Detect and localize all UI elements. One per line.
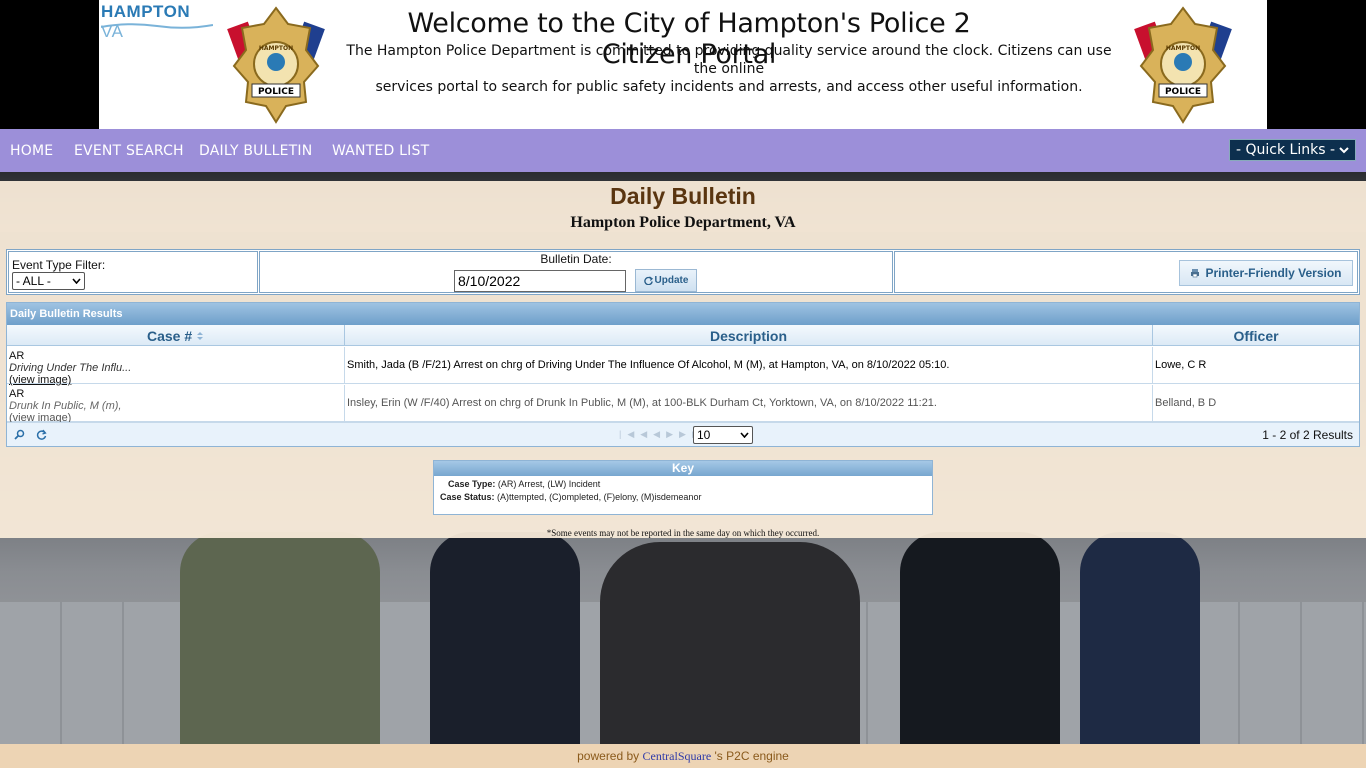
quick-links-label: - Quick Links - <box>1235 142 1335 158</box>
key-case-type-value: (AR) Arrest, (LW) Incident <box>497 479 601 489</box>
page-subtitle: Hampton Police Department, VA <box>570 214 796 231</box>
bulletin-date-cell: Bulletin Date: 8/10/2022 Update <box>259 251 893 293</box>
column-header-officer[interactable]: Officer <box>1153 325 1359 346</box>
printer-cell: Printer-Friendly Version <box>894 251 1358 293</box>
bulletin-date-label: Bulletin Date: <box>540 252 612 266</box>
sort-icon <box>197 332 204 340</box>
printer-icon <box>1191 269 1200 278</box>
page-size-value: 10 <box>697 428 711 442</box>
page-title: Daily Bulletin <box>610 183 756 209</box>
refresh-icon[interactable] <box>36 429 47 440</box>
event-type-select[interactable]: - ALL - <box>12 272 85 290</box>
footer-prefix: powered by <box>577 749 640 763</box>
nav-home[interactable]: HOME <box>10 143 53 159</box>
badge-right-police-text: POLICE <box>1165 87 1201 97</box>
key-case-status: Case Status: (A)ttempted, (C)ompleted, (… <box>434 492 932 502</box>
chevron-down-icon <box>72 278 81 284</box>
badge-left-city-text: HAMPTON <box>259 45 293 52</box>
motorcycle-figure <box>600 542 860 744</box>
first-page-icon[interactable]: |◀ <box>619 429 640 439</box>
police-badge-left-icon: POLICE HAMPTON <box>227 6 325 124</box>
officer-figure <box>430 532 580 744</box>
event-type-value: - ALL - <box>16 274 51 288</box>
hampton-va-logo[interactable]: HAMPTON VA <box>101 2 213 41</box>
officer-figure <box>1080 532 1200 744</box>
quick-links-dropdown[interactable]: - Quick Links - <box>1228 139 1356 161</box>
next-page-icon[interactable]: ▶▶ <box>666 429 692 439</box>
officer-cell: Belland, B D <box>1155 397 1217 409</box>
key-case-status-value: (A)ttempted, (C)ompleted, (F)elony, (M)i… <box>497 492 702 502</box>
footer: powered by CentralSquare 's P2C engine <box>0 744 1366 768</box>
case-cell: AR Driving Under The Influ... (view imag… <box>7 347 345 386</box>
footnote: *Some events may not be reported in the … <box>546 528 820 538</box>
nav-event-search[interactable]: EVENT SEARCH <box>74 143 184 159</box>
banner-inner: HAMPTON VA POLICE HAMPTON Welcome to the… <box>99 0 1267 129</box>
column-header-case[interactable]: Case # <box>7 325 345 346</box>
key-case-type: Case Type: (AR) Arrest, (LW) Incident <box>434 479 932 489</box>
update-button[interactable]: Update <box>635 269 697 292</box>
badge-left-police-text: POLICE <box>258 87 294 97</box>
search-icon[interactable] <box>14 429 25 440</box>
event-type-filter-cell: Event Type Filter: - ALL - <box>8 251 258 293</box>
bulletin-panel: Daily Bulletin Hampton Police Department… <box>0 181 1366 538</box>
police-badge-right-icon: POLICE HAMPTON <box>1134 6 1232 124</box>
printer-friendly-label: Printer-Friendly Version <box>1205 266 1342 280</box>
table-row[interactable]: AR Driving Under The Influ... (view imag… <box>7 347 1359 386</box>
portal-subtitle-line-2: services portal to search for public saf… <box>375 79 1083 95</box>
key-case-status-label: Case Status: <box>440 492 495 502</box>
nav-wanted-list[interactable]: WANTED LIST <box>332 143 429 159</box>
column-header-case-label: Case # <box>146 328 193 344</box>
case-short-desc: Drunk In Public, M (m), <box>9 400 122 412</box>
column-header-description[interactable]: Description <box>345 325 1153 346</box>
event-type-label: Event Type Filter: <box>12 258 106 272</box>
printer-friendly-button[interactable]: Printer-Friendly Version <box>1179 260 1353 286</box>
logo-wave-icon <box>101 23 213 29</box>
badge-right-city-text: HAMPTON <box>1166 45 1200 52</box>
logo-city-text: HAMPTON <box>101 2 191 21</box>
grid-caption: Daily Bulletin Results <box>7 303 1359 325</box>
main-nav: HOME EVENT SEARCH DAILY BULLETIN WANTED … <box>0 129 1366 172</box>
prev-page-icon[interactable]: ◀◀ <box>640 429 666 439</box>
bulletin-date-input[interactable]: 8/10/2022 <box>454 270 626 292</box>
key-title: Key <box>434 461 932 476</box>
grid-pager: |◀◀◀▶▶▶| 10 1 - 2 of 2 Results <box>7 422 1359 446</box>
header-banner: HAMPTON VA POLICE HAMPTON Welcome to the… <box>0 0 1366 129</box>
officer-cell: Lowe, C R <box>1155 359 1207 371</box>
description-cell: Smith, Jada (B /F/21) Arrest on chrg of … <box>345 347 1153 384</box>
results-count: 1 - 2 of 2 Results <box>1262 428 1353 442</box>
case-cell: AR Drunk In Public, M (m), (view image) <box>7 385 345 424</box>
footer-suffix: 's P2C engine <box>714 749 789 763</box>
table-row[interactable]: AR Drunk In Public, M (m), (view image) … <box>7 385 1359 424</box>
portal-subtitle: The Hampton Police Department is committ… <box>339 42 1119 96</box>
nav-daily-bulletin[interactable]: DAILY BULLETIN <box>199 143 312 159</box>
officer-figure <box>900 532 1060 744</box>
case-type: AR <box>9 388 25 400</box>
chevron-down-icon <box>740 432 749 438</box>
centralsquare-link[interactable]: CentralSquare <box>643 749 712 763</box>
case-type: AR <box>9 350 25 362</box>
grid-header: Case # Description Officer <box>7 325 1359 346</box>
portal-subtitle-line-1: The Hampton Police Department is committ… <box>346 43 1112 77</box>
key-legend: Key Case Type: (AR) Arrest, (LW) Inciden… <box>433 460 933 515</box>
refresh-icon <box>643 276 653 285</box>
description-cell: Insley, Erin (W /F/40) Arrest on chrg of… <box>345 385 1153 422</box>
officer-figure <box>180 532 380 744</box>
update-label: Update <box>654 275 689 286</box>
chevron-down-icon <box>1339 147 1349 154</box>
key-case-type-label: Case Type: <box>448 479 496 489</box>
page-size-select[interactable]: 10 <box>693 426 753 444</box>
case-short-desc: Driving Under The Influ... <box>9 362 132 374</box>
bulletin-results-grid: Daily Bulletin Results Case # Descriptio… <box>6 302 1360 447</box>
filter-bar: Event Type Filter: - ALL - Bulletin Date… <box>6 249 1360 295</box>
